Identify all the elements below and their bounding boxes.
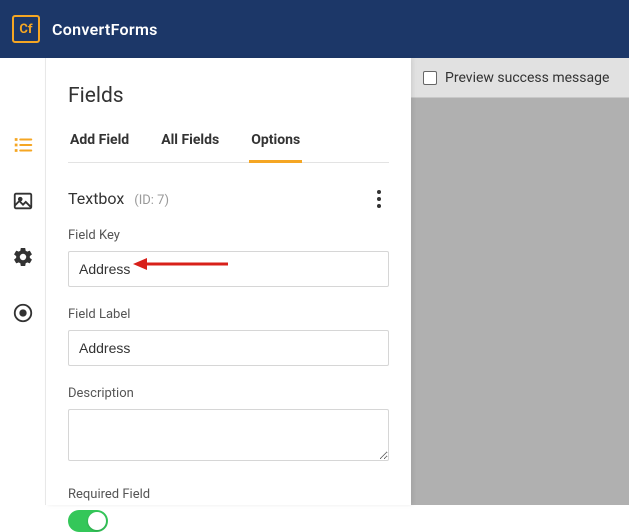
brand-name: ConvertForms (52, 20, 158, 39)
tab-add-field[interactable]: Add Field (68, 132, 131, 163)
logo-icon: Cf (12, 15, 40, 43)
field-key-label: Field Key (68, 228, 389, 243)
rail-image-icon[interactable] (12, 190, 34, 212)
description-label: Description (68, 386, 389, 401)
main: Fields Add Field All Fields Options Text… (0, 58, 629, 505)
tab-options[interactable]: Options (249, 132, 302, 163)
field-key-input[interactable] (68, 251, 389, 287)
tabs: Add Field All Fields Options (68, 132, 389, 163)
preview-bar: Preview success message (411, 58, 629, 98)
section-type: Textbox (68, 189, 124, 208)
rail-fields-icon[interactable] (12, 134, 34, 156)
preview-success-label: Preview success message (445, 70, 609, 86)
rail-settings-icon[interactable] (12, 246, 34, 268)
required-toggle[interactable] (68, 510, 108, 532)
section-id: (ID: 7) (134, 193, 169, 208)
preview-success-checkbox[interactable] (423, 71, 437, 85)
kebab-icon[interactable] (369, 190, 389, 208)
panel-title: Fields (68, 84, 389, 108)
tab-all-fields[interactable]: All Fields (159, 132, 221, 163)
preview-area: Preview success message (411, 58, 629, 505)
sidebar-rail (0, 58, 46, 505)
field-label-label: Field Label (68, 307, 389, 322)
required-label: Required Field (68, 487, 389, 502)
rail-target-icon[interactable] (12, 302, 34, 324)
description-textarea[interactable] (68, 409, 389, 461)
section-head: Textbox (ID: 7) (68, 189, 389, 208)
field-label-input[interactable] (68, 330, 389, 366)
panel: Fields Add Field All Fields Options Text… (46, 58, 411, 505)
topbar: Cf ConvertForms (0, 0, 629, 58)
